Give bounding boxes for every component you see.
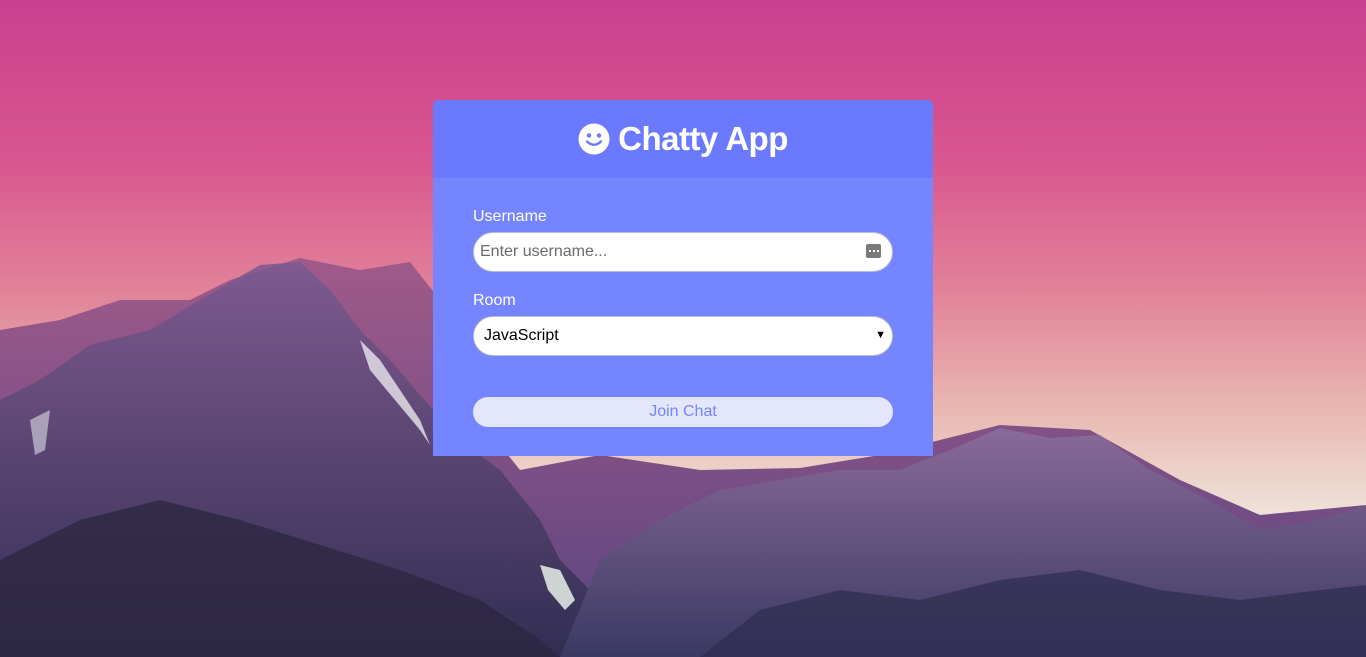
username-field-wrapper: [473, 232, 893, 272]
join-form: Username Room JavaScript ▼ Join Chat: [433, 178, 933, 427]
login-card: Chatty App Username Room JavaScript ▼ Jo…: [433, 100, 933, 456]
caret-down-icon: ▼: [875, 329, 886, 341]
room-select[interactable]: JavaScript ▼: [473, 316, 893, 356]
app-title: Chatty App: [618, 120, 788, 157]
username-label: Username: [473, 208, 547, 225]
join-chat-button[interactable]: Join Chat: [473, 397, 893, 427]
room-select-value: JavaScript: [484, 327, 559, 344]
card-header: Chatty App: [433, 100, 933, 178]
smile-icon: [578, 123, 610, 155]
password-manager-icon[interactable]: [866, 244, 881, 258]
room-label: Room: [473, 292, 516, 309]
username-input[interactable]: [474, 233, 840, 271]
